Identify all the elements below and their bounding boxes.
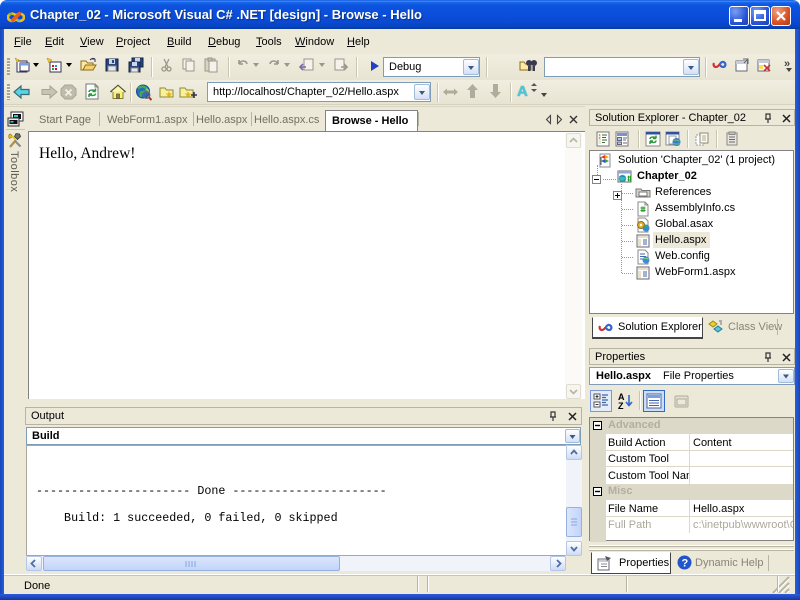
svg-text:Z: Z xyxy=(618,401,624,411)
svg-text:?: ? xyxy=(682,558,689,570)
